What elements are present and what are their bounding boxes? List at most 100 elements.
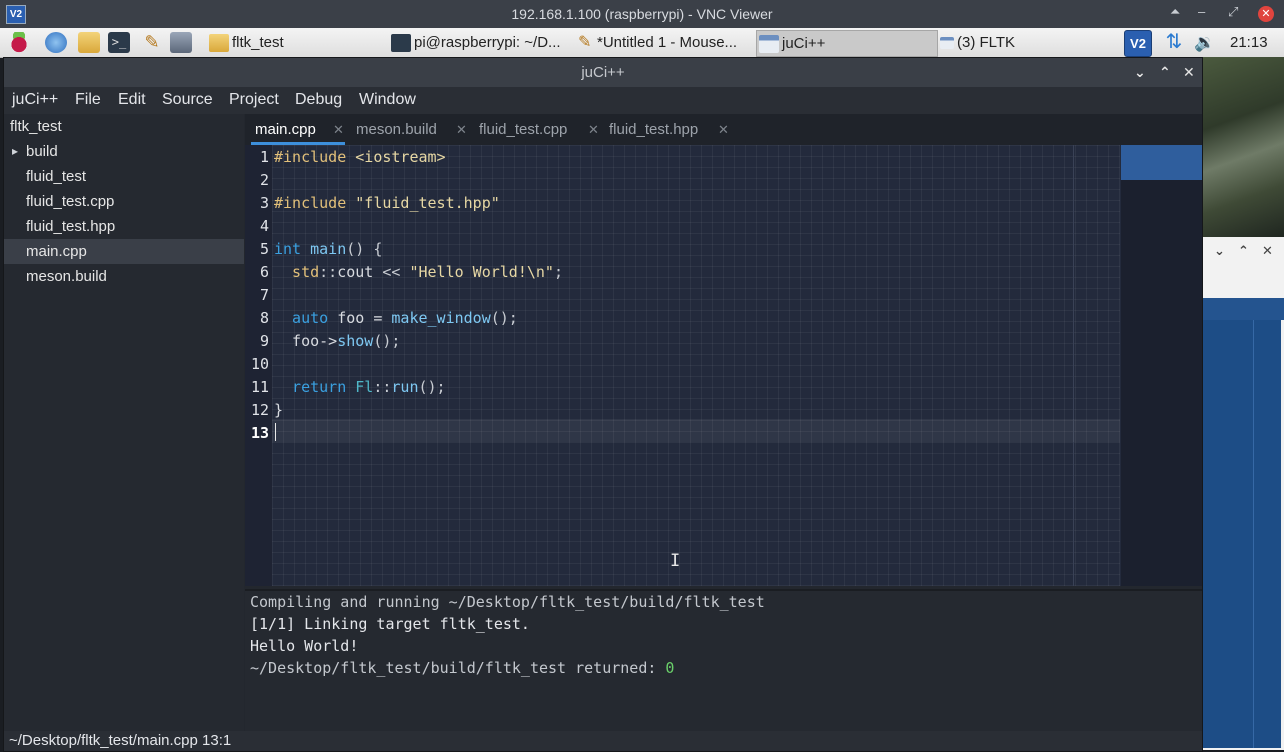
code-line-1: #include <iostream> (274, 148, 446, 166)
raspberry-menu-icon[interactable] (8, 32, 30, 53)
line-number: 7 (259, 286, 269, 304)
code-line-9: foo->show(); (274, 332, 401, 350)
tab-close-icon[interactable]: ✕ (718, 114, 729, 145)
line-number: 8 (259, 309, 269, 327)
bg-window-header (1203, 298, 1284, 320)
file-tree: fltk_test ▸ build fluid_test fluid_test.… (4, 114, 244, 731)
window-icon (940, 37, 954, 50)
right-margin-line (1073, 145, 1074, 586)
vnc-pin-button[interactable]: ⏶ (1170, 4, 1180, 20)
line-number: 11 (250, 378, 269, 396)
bg-minimize-button[interactable]: ⌄ (1214, 243, 1225, 259)
vnc-minimize-button[interactable]: – (1198, 4, 1205, 19)
status-bar: ~/Desktop/fltk_test/main.cpp 13:1 (4, 731, 1202, 751)
terminal-output[interactable]: Compiling and running ~/Desktop/fltk_tes… (245, 589, 1202, 731)
tab-fluid-test-cpp[interactable]: fluid_test.cpp ✕ (479, 114, 607, 145)
task-fltk[interactable]: (3) FLTK (938, 30, 1118, 55)
web-browser-icon[interactable] (45, 32, 67, 53)
tab-close-icon[interactable]: ✕ (456, 114, 467, 145)
code-line-12: } (274, 401, 284, 419)
tree-item-fluid-test-cpp[interactable]: fluid_test.cpp (4, 189, 244, 214)
line-number: 5 (259, 240, 269, 258)
clock[interactable]: 21:13 (1230, 34, 1268, 51)
terminal-line: Hello World! (250, 637, 359, 655)
terminal-icon (391, 34, 411, 53)
terminal-line: [1/1] Linking target fltk_test. (250, 615, 530, 633)
current-line-highlight (272, 419, 1120, 442)
desktop-wallpaper (1203, 57, 1284, 237)
code-line-8: auto foo = make_window(); (274, 309, 518, 327)
ibeam-cursor-icon: I (670, 551, 681, 571)
terminal-line: Compiling and running ~/Desktop/fltk_tes… (250, 593, 765, 611)
line-number: 4 (259, 217, 269, 235)
task-fltk-test[interactable]: fltk_test (207, 30, 387, 55)
vnc-close-button[interactable]: ✕ (1258, 6, 1274, 22)
tree-item-main-cpp[interactable]: main.cpp (4, 239, 244, 264)
vnc-tray-icon[interactable]: V2 (1124, 30, 1152, 57)
editor-tabs: main.cpp ✕ meson.build ✕ fluid_test.cpp … (245, 114, 1202, 145)
maximize-button[interactable]: ⌃ (1159, 64, 1171, 81)
menu-edit[interactable]: Edit (118, 91, 146, 109)
code-line-11: return Fl::run(); (274, 378, 446, 396)
close-button[interactable]: ✕ (1183, 64, 1195, 81)
task-mousepad[interactable]: ✎ *Untitled 1 - Mouse... (576, 30, 756, 55)
folder-icon (209, 34, 229, 53)
archive-icon[interactable] (170, 32, 192, 53)
tree-item-meson-build[interactable]: meson.build (4, 264, 244, 289)
code-editor[interactable]: 1 2 3 4 5 6 7 8 9 10 11 12 13 #include <… (245, 145, 1202, 586)
code-line-5: int main() { (274, 240, 383, 258)
menu-file[interactable]: File (75, 91, 101, 109)
line-number: 6 (259, 263, 269, 281)
minimap[interactable] (1121, 145, 1202, 586)
tab-main-cpp[interactable]: main.cpp ✕ (255, 114, 351, 145)
line-number: 3 (259, 194, 269, 212)
file-manager-icon[interactable] (78, 32, 100, 53)
line-number: 2 (259, 171, 269, 189)
tab-close-icon[interactable]: ✕ (588, 114, 599, 145)
tab-meson-build[interactable]: meson.build ✕ (356, 114, 474, 145)
background-window[interactable]: ⌄ ⌃ ✕ (1203, 237, 1284, 750)
menu-debug[interactable]: Debug (295, 91, 342, 109)
taskbar: >_ ✎ fltk_test pi@raspberrypi: ~/D... ✎ *… (0, 28, 1284, 58)
tree-item-build[interactable]: ▸ build (4, 139, 244, 164)
line-number: 10 (250, 355, 269, 373)
menu-project[interactable]: Project (229, 91, 279, 109)
bg-window-content (1203, 320, 1284, 748)
jucipp-window: juCi++ ⌄ ⌃ ✕ juCi++ File Edit Source Pro… (3, 57, 1203, 752)
window-title: juCi++ (581, 64, 625, 81)
expander-arrow-icon[interactable]: ▸ (12, 139, 18, 164)
line-number: 12 (250, 401, 269, 419)
code-line-3: #include "fluid_test.hpp" (274, 194, 500, 212)
window-title-bar: juCi++ ⌄ ⌃ ✕ (4, 58, 1202, 87)
menu-jucipp[interactable]: juCi++ (12, 91, 58, 109)
window-icon (759, 35, 779, 54)
current-line-number: 13 (250, 424, 269, 442)
terminal-return-line: ~/Desktop/fltk_test/build/fltk_test retu… (250, 659, 675, 677)
menu-source[interactable]: Source (162, 91, 213, 109)
line-number: 9 (259, 332, 269, 350)
task-terminal[interactable]: pi@raspberrypi: ~/D... (389, 30, 574, 55)
vnc-title-bar: V2 192.168.1.100 (raspberrypi) - VNC Vie… (0, 0, 1284, 28)
minimap-viewport[interactable] (1121, 145, 1202, 180)
text-editor-icon[interactable]: ✎ (141, 32, 163, 53)
tree-root[interactable]: fltk_test (4, 114, 244, 139)
tab-close-icon[interactable]: ✕ (333, 114, 344, 145)
terminal-icon[interactable]: >_ (108, 32, 130, 53)
tree-item-fluid-test-hpp[interactable]: fluid_test.hpp (4, 214, 244, 239)
pencil-icon: ✎ (578, 34, 592, 52)
menu-window[interactable]: Window (359, 91, 416, 109)
minimize-button[interactable]: ⌄ (1134, 64, 1146, 81)
menu-bar: juCi++ File Edit Source Project Debug Wi… (4, 87, 1202, 114)
tree-item-fluid-test[interactable]: fluid_test (4, 164, 244, 189)
speaker-icon[interactable]: 🔉 (1194, 32, 1216, 53)
bg-maximize-button[interactable]: ⌃ (1238, 243, 1249, 259)
line-number: 1 (259, 148, 269, 166)
vnc-window-title: 192.168.1.100 (raspberrypi) - VNC Viewer (511, 6, 773, 22)
vnc-maximize-button[interactable]: ⤢ (1228, 4, 1238, 20)
bg-window-divider (1253, 320, 1254, 748)
return-code: 0 (665, 659, 675, 677)
bg-close-button[interactable]: ✕ (1262, 243, 1273, 259)
tab-fluid-test-hpp[interactable]: fluid_test.hpp ✕ (609, 114, 739, 145)
transfer-arrows-icon[interactable]: ⇅ (1163, 32, 1185, 53)
task-jucipp[interactable]: juCi++ (756, 30, 938, 57)
